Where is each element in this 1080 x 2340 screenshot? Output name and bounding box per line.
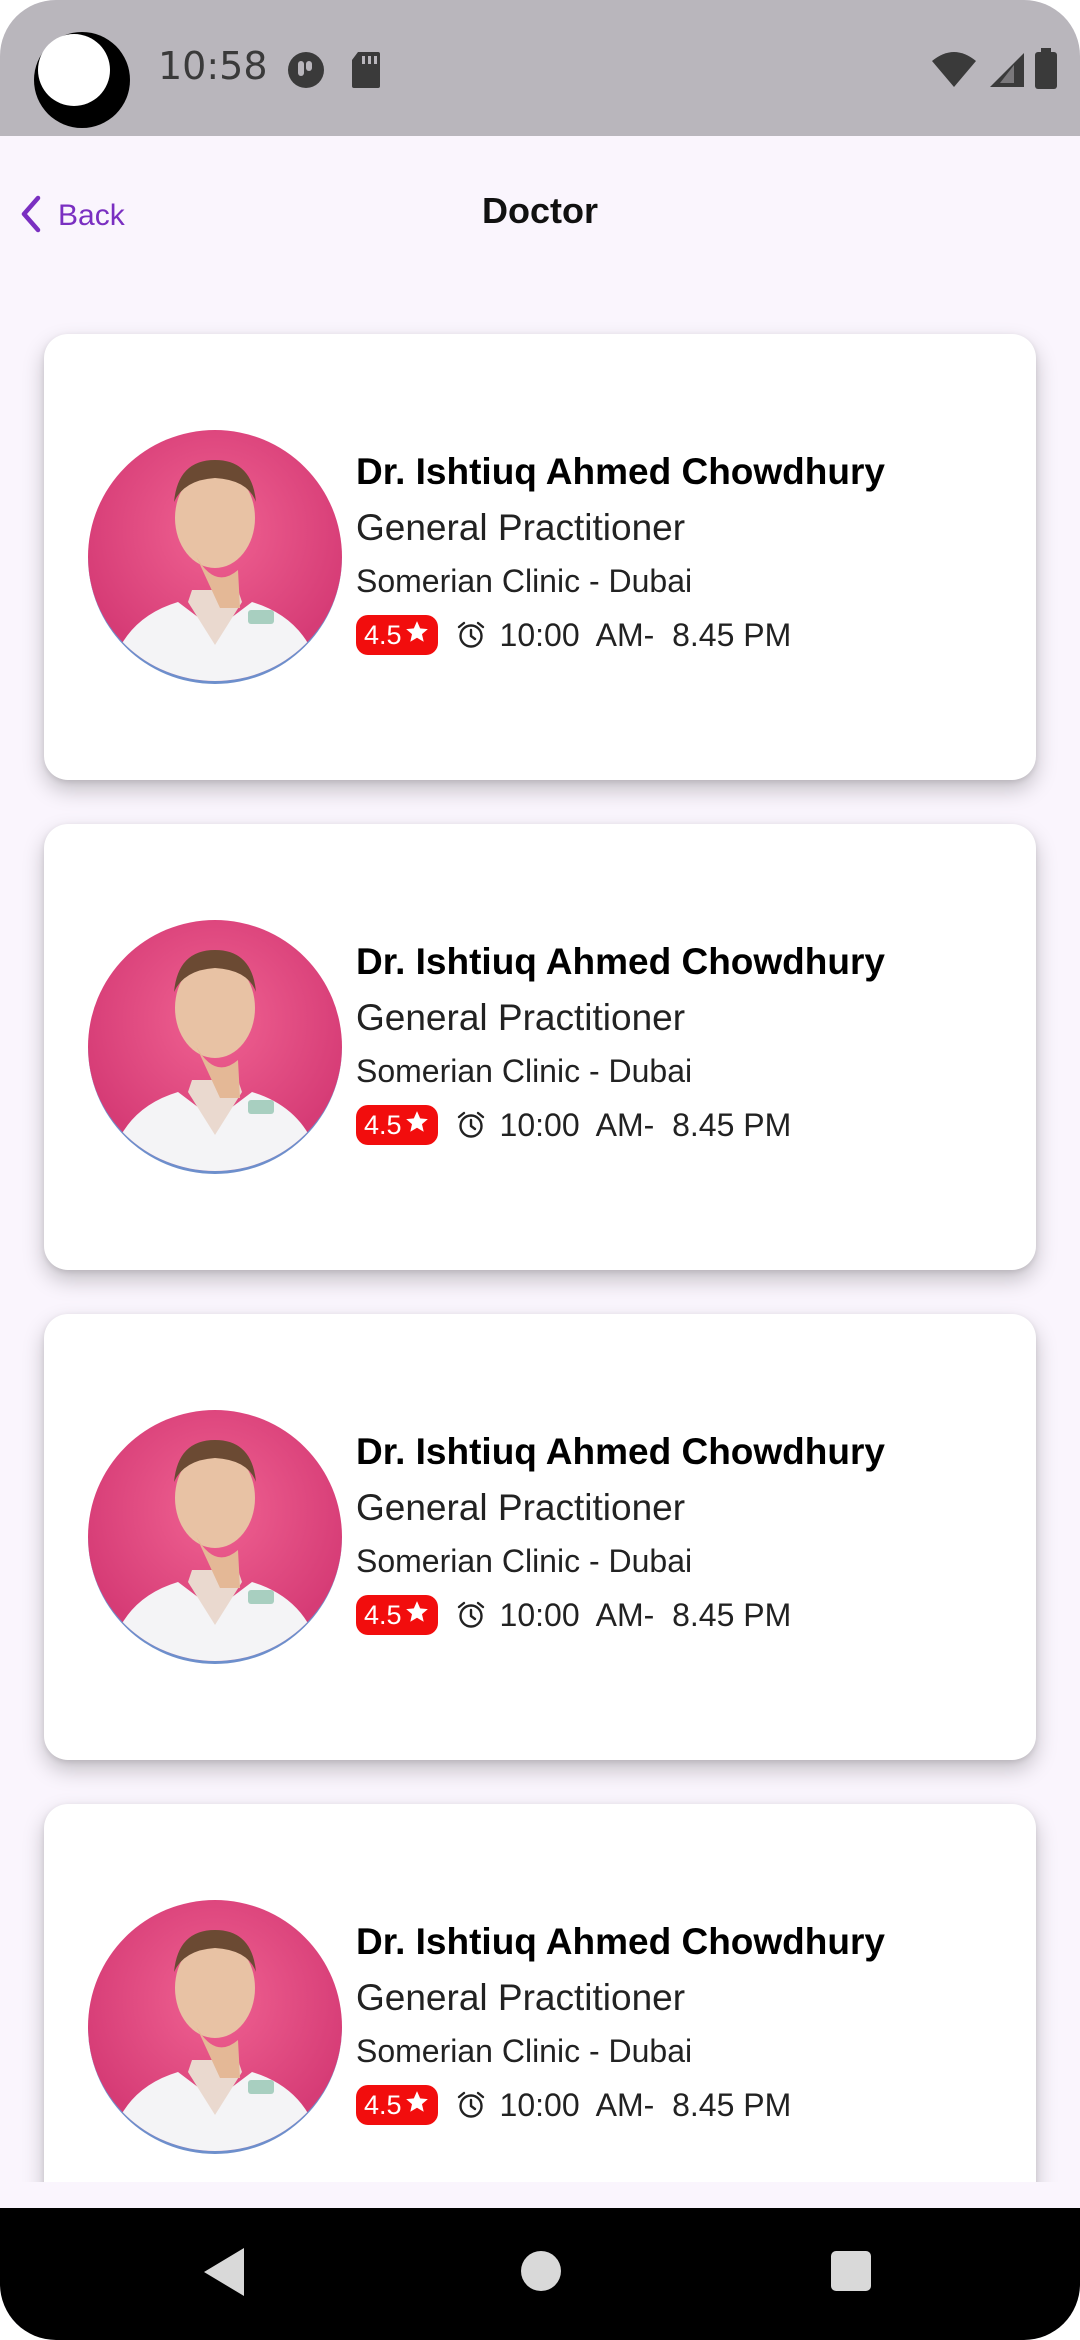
doctor-avatar xyxy=(88,920,342,1174)
doctor-card[interactable]: Dr. Ishtiuq Ahmed Chowdhury General Prac… xyxy=(44,1804,1036,2182)
triangle-back-icon[interactable] xyxy=(200,2244,250,2305)
doctor-specialty: General Practitioner xyxy=(356,997,686,1038)
doctor-meta-row: 4.5 10:00 AM- 8.45 PM xyxy=(356,1104,1016,1146)
doctor-name: Dr. Ishtiuq Ahmed Chowdhury xyxy=(356,941,885,982)
doctor-list[interactable]: Dr. Ishtiuq Ahmed Chowdhury General Prac… xyxy=(0,292,1080,2182)
circle-home-icon[interactable] xyxy=(520,2250,562,2297)
star-icon xyxy=(402,2089,430,2122)
doctor-info: Dr. Ishtiuq Ahmed Chowdhury General Prac… xyxy=(356,940,1016,1146)
doctor-hours: 10:00 AM- 8.45 PM xyxy=(499,616,792,653)
doctor-avatar xyxy=(88,1410,342,1664)
doctor-meta-row: 4.5 10:00 AM- 8.45 PM xyxy=(356,2084,1016,2126)
alarm-clock-icon xyxy=(456,1600,486,1630)
star-icon xyxy=(402,1109,430,1142)
doctor-hours: 10:00 AM- 8.45 PM xyxy=(499,1596,792,1633)
doctor-info: Dr. Ishtiuq Ahmed Chowdhury General Prac… xyxy=(356,1430,1016,1636)
doctor-clinic: Somerian Clinic - Dubai xyxy=(356,1053,693,1089)
doctor-name: Dr. Ishtiuq Ahmed Chowdhury xyxy=(356,1431,885,1472)
page-title: Doctor xyxy=(482,190,598,231)
phone-screen: 10:58 Back Doctor Dr. Ishtiuq Ahmed Chow… xyxy=(0,0,1080,2340)
alarm-clock-icon xyxy=(456,2090,486,2120)
wifi-icon xyxy=(930,49,978,94)
alarm-clock-icon xyxy=(456,1110,486,1140)
star-icon xyxy=(402,1599,430,1632)
battery-icon xyxy=(1034,48,1058,95)
doctor-name: Dr. Ishtiuq Ahmed Chowdhury xyxy=(356,451,885,492)
doctor-meta-row: 4.5 10:00 AM- 8.45 PM xyxy=(356,614,1016,656)
doctor-hours: 10:00 AM- 8.45 PM xyxy=(499,2086,792,2123)
app-notification-icon xyxy=(286,50,326,95)
rating-value: 4.5 xyxy=(364,1109,402,1140)
rating-value: 4.5 xyxy=(364,2089,402,2120)
doctor-hours: 10:00 AM- 8.45 PM xyxy=(499,1106,792,1143)
doctor-specialty: General Practitioner xyxy=(356,1487,686,1528)
status-bar: 10:58 xyxy=(0,0,1080,136)
square-recents-icon[interactable] xyxy=(830,2250,872,2297)
status-right-icons xyxy=(930,48,1058,95)
doctor-specialty: General Practitioner xyxy=(356,507,686,548)
doctor-meta-row: 4.5 10:00 AM- 8.45 PM xyxy=(356,1594,1016,1636)
doctor-name: Dr. Ishtiuq Ahmed Chowdhury xyxy=(356,1921,885,1962)
rating-badge: 4.5 xyxy=(356,1105,438,1145)
rating-badge: 4.5 xyxy=(356,1595,438,1635)
doctor-clinic: Somerian Clinic - Dubai xyxy=(356,1543,693,1579)
doctor-card[interactable]: Dr. Ishtiuq Ahmed Chowdhury General Prac… xyxy=(44,1314,1036,1760)
doctor-clinic: Somerian Clinic - Dubai xyxy=(356,2033,693,2069)
alarm-clock-icon xyxy=(456,620,486,650)
doctor-card[interactable]: Dr. Ishtiuq Ahmed Chowdhury General Prac… xyxy=(44,824,1036,1270)
rating-badge: 4.5 xyxy=(356,2085,438,2125)
doctor-avatar xyxy=(88,1900,342,2154)
rating-value: 4.5 xyxy=(364,1599,402,1630)
system-nav-bar xyxy=(0,2208,1080,2340)
sd-card-icon xyxy=(350,50,382,95)
doctor-info: Dr. Ishtiuq Ahmed Chowdhury General Prac… xyxy=(356,1920,1016,2126)
rating-value: 4.5 xyxy=(364,619,402,650)
doctor-specialty: General Practitioner xyxy=(356,1977,686,2018)
doctor-card[interactable]: Dr. Ishtiuq Ahmed Chowdhury General Prac… xyxy=(44,334,1036,780)
cellular-signal-icon xyxy=(986,49,1026,94)
status-time: 10:58 xyxy=(158,44,268,88)
rating-badge: 4.5 xyxy=(356,615,438,655)
app-bar: Back Doctor xyxy=(0,136,1080,292)
doctor-avatar xyxy=(88,430,342,684)
camera-cutout xyxy=(34,32,130,128)
doctor-info: Dr. Ishtiuq Ahmed Chowdhury General Prac… xyxy=(356,450,1016,656)
doctor-clinic: Somerian Clinic - Dubai xyxy=(356,563,693,599)
star-icon xyxy=(402,619,430,652)
